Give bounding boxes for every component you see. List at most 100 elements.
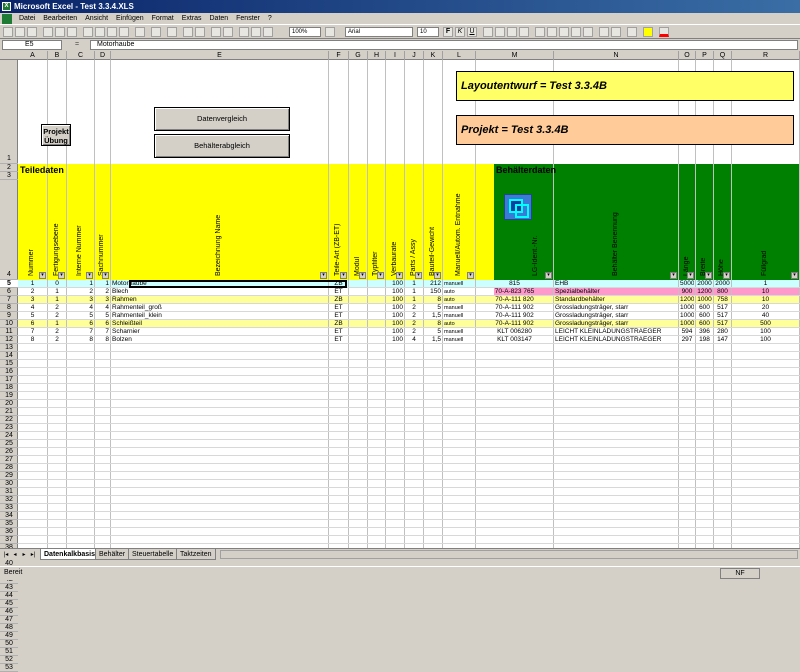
cell-e10[interactable]: Schleißteil (112, 320, 327, 328)
row-header-49[interactable]: 49 (0, 632, 18, 640)
cell-n12[interactable]: LEICHT KLEINLADUNGSTRAEGER (555, 336, 677, 344)
cell-o8[interactable]: 1000 (680, 304, 694, 312)
cell-a7[interactable]: 3 (19, 296, 46, 304)
cell-d8[interactable]: 4 (96, 304, 109, 312)
menu-einfuegen[interactable]: Einfügen (113, 13, 147, 25)
cell-c11[interactable]: 7 (68, 328, 93, 336)
tab-behaelter[interactable]: Behälter (95, 549, 130, 560)
row-header-23[interactable]: 23 (0, 424, 18, 432)
tab-next-icon[interactable]: ▸ (20, 551, 28, 559)
save-icon[interactable] (27, 27, 37, 37)
row-header-3[interactable]: 3 (0, 172, 18, 180)
row-header-6[interactable]: 6 (0, 288, 18, 296)
cell-q7[interactable]: 758 (715, 296, 730, 304)
behaelterabgleich-button[interactable]: Behälterabgleich (154, 134, 290, 158)
menu-daten[interactable]: Daten (207, 13, 232, 25)
autosum-icon[interactable] (183, 27, 193, 37)
cell-d7[interactable]: 3 (96, 296, 109, 304)
column-header-r[interactable]: R (732, 51, 800, 60)
row-header-14[interactable]: 14 (0, 352, 18, 360)
row-header-24[interactable]: 24 (0, 432, 18, 440)
row-header-35[interactable]: 35 (0, 520, 18, 528)
cell-l10[interactable]: auto (444, 320, 474, 328)
row-header-47[interactable]: 47 (0, 616, 18, 624)
cell-e9[interactable]: Rahmenteil_klein (112, 312, 327, 320)
row-header-4[interactable]: 4 (0, 180, 18, 280)
tab-last-icon[interactable]: ▸| (29, 551, 37, 559)
active-cell-e5[interactable] (129, 280, 347, 288)
cell-c10[interactable]: 6 (68, 320, 93, 328)
cell-r8[interactable]: 20 (733, 304, 798, 312)
cell-e11[interactable]: Scharnier (112, 328, 327, 336)
row-header-7[interactable]: 7 (0, 296, 18, 304)
cell-r6[interactable]: 10 (733, 288, 798, 296)
cell-f6[interactable]: ET (330, 288, 347, 296)
cell-i9[interactable]: 100 (387, 312, 403, 320)
column-header-b[interactable]: B (48, 51, 67, 60)
row-header-52[interactable]: 52 (0, 656, 18, 664)
preview-icon[interactable] (55, 27, 65, 37)
autofilter-arrow-icon[interactable]: ▾ (467, 272, 474, 279)
column-header-q[interactable]: Q (714, 51, 732, 60)
align-right-icon[interactable] (507, 27, 517, 37)
row-header-21[interactable]: 21 (0, 408, 18, 416)
cell-k6[interactable]: 150 (425, 288, 441, 296)
row-header-31[interactable]: 31 (0, 488, 18, 496)
align-center-icon[interactable] (495, 27, 505, 37)
cell-d12[interactable]: 8 (96, 336, 109, 344)
cell-e7[interactable]: Rahmen (112, 296, 327, 304)
cell-b12[interactable]: 2 (49, 336, 65, 344)
cell-m7[interactable]: 70-A-111 820 (477, 296, 552, 304)
cell-q11[interactable]: 280 (715, 328, 730, 336)
cell-o5[interactable]: 5000 (680, 280, 694, 288)
datenvergleich-button[interactable]: Datenvergleich (154, 107, 290, 131)
column-header-i[interactable]: I (386, 51, 405, 60)
menu-help[interactable]: ? (265, 13, 275, 25)
cell-j6[interactable]: 1 (406, 288, 422, 296)
row-header-46[interactable]: 46 (0, 608, 18, 616)
row-header-45[interactable]: 45 (0, 600, 18, 608)
column-header-e[interactable]: E (111, 51, 329, 60)
autofilter-arrow-icon[interactable]: ▾ (86, 272, 93, 279)
map-icon[interactable] (251, 27, 261, 37)
row-header-53[interactable]: 53 (0, 664, 18, 672)
spellcheck-icon[interactable] (67, 27, 77, 37)
cell-c12[interactable]: 8 (68, 336, 93, 344)
cell-j10[interactable]: 2 (406, 320, 422, 328)
format-painter-icon[interactable] (119, 27, 129, 37)
tab-taktzeiten[interactable]: Taktzeiten (176, 549, 216, 560)
menu-bearbeiten[interactable]: Bearbeiten (40, 13, 80, 25)
autofilter-arrow-icon[interactable]: ▾ (434, 272, 441, 279)
autofilter-arrow-icon[interactable]: ▾ (58, 272, 65, 279)
column-header-j[interactable]: J (405, 51, 424, 60)
cell-i10[interactable]: 100 (387, 320, 403, 328)
increase-indent-icon[interactable] (611, 27, 621, 37)
column-header-a[interactable]: A (18, 51, 48, 60)
row-header-9[interactable]: 9 (0, 312, 18, 320)
cell-k7[interactable]: 8 (425, 296, 441, 304)
row-header-22[interactable]: 22 (0, 416, 18, 424)
cell-e8[interactable]: Rahmenteil_groß (112, 304, 327, 312)
cell-n11[interactable]: LEICHT KLEINLADUNGSTRAEGER (555, 328, 677, 336)
cell-n6[interactable]: Spezialbehälter (555, 288, 677, 296)
cell-p9[interactable]: 600 (697, 312, 712, 320)
row-header-12[interactable]: 12 (0, 336, 18, 344)
cell-a12[interactable]: 8 (19, 336, 46, 344)
workbook-icon[interactable] (2, 14, 12, 24)
cell-b6[interactable]: 1 (49, 288, 65, 296)
font-size-select[interactable]: 10 (417, 27, 439, 37)
cell-b5[interactable]: 0 (49, 280, 65, 288)
font-select[interactable]: Arial (345, 27, 413, 37)
column-header-m[interactable]: M (476, 51, 554, 60)
cell-o11[interactable]: 594 (680, 328, 694, 336)
column-header-g[interactable]: G (349, 51, 368, 60)
cell-j11[interactable]: 2 (406, 328, 422, 336)
decrease-indent-icon[interactable] (599, 27, 609, 37)
row-header-11[interactable]: 11 (0, 328, 18, 336)
thousands-icon[interactable] (559, 27, 569, 37)
cell-l6[interactable]: auto (444, 288, 474, 296)
cell-p5[interactable]: 2000 (697, 280, 712, 288)
cell-f11[interactable]: ET (330, 328, 347, 336)
tab-datenkalkbasis[interactable]: Datenkalkbasis (40, 549, 99, 560)
cell-c6[interactable]: 2 (68, 288, 93, 296)
